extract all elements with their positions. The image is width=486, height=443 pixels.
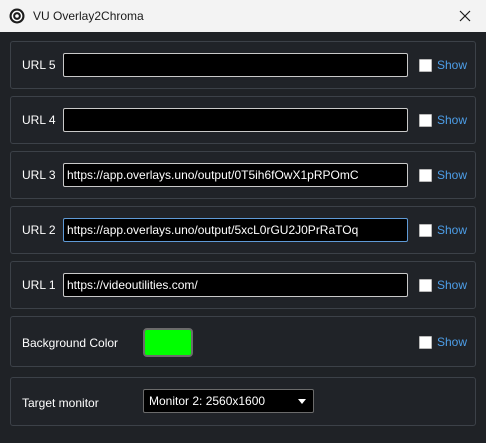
- url-4-show-label[interactable]: Show: [437, 113, 467, 127]
- close-icon: [459, 10, 471, 22]
- url-1-panel: URL 1 Show: [10, 261, 476, 309]
- url-5-show-checkbox[interactable]: [419, 58, 432, 72]
- url-3-show-toggle[interactable]: Show: [419, 168, 467, 182]
- app-logo-icon: [9, 8, 25, 24]
- url-1-show-label[interactable]: Show: [437, 278, 467, 292]
- url-1-show-toggle[interactable]: Show: [419, 278, 467, 292]
- url-3-panel: URL 3 Show: [10, 151, 476, 199]
- target-monitor-select[interactable]: Monitor 2: 2560x1600: [143, 389, 314, 413]
- url-2-show-label[interactable]: Show: [437, 223, 467, 237]
- url-4-input[interactable]: [63, 108, 408, 132]
- window-title: VU Overlay2Chroma: [33, 9, 144, 23]
- target-monitor-label: Target monitor: [22, 396, 99, 410]
- url-5-show-label[interactable]: Show: [437, 58, 467, 72]
- url-2-show-toggle[interactable]: Show: [419, 223, 467, 237]
- url-2-label: URL 2: [22, 223, 56, 237]
- url-3-show-label[interactable]: Show: [437, 168, 467, 182]
- url-5-input[interactable]: [63, 53, 408, 77]
- url-1-label: URL 1: [22, 278, 56, 292]
- url-4-show-toggle[interactable]: Show: [419, 113, 467, 127]
- url-5-panel: URL 5 Show: [10, 41, 476, 89]
- background-show-checkbox[interactable]: [419, 335, 432, 349]
- url-2-panel: URL 2 Show: [10, 206, 476, 254]
- background-show-label[interactable]: Show: [437, 335, 467, 349]
- url-2-show-checkbox[interactable]: [419, 223, 432, 237]
- background-color-panel: Background Color Show: [10, 316, 476, 367]
- url-3-label: URL 3: [22, 168, 56, 182]
- url-4-panel: URL 4 Show: [10, 96, 476, 144]
- url-1-input[interactable]: [63, 273, 408, 297]
- background-color-label: Background Color: [22, 336, 119, 350]
- url-3-show-checkbox[interactable]: [419, 168, 432, 182]
- title-bar: VU Overlay2Chroma: [0, 0, 486, 32]
- url-4-label: URL 4: [22, 113, 56, 127]
- url-3-input[interactable]: [63, 163, 408, 187]
- url-5-label: URL 5: [22, 58, 56, 72]
- url-2-input[interactable]: [63, 218, 408, 242]
- target-monitor-value: Monitor 2: 2560x1600: [149, 394, 266, 408]
- dropdown-arrow-icon: [298, 399, 306, 404]
- url-5-show-toggle[interactable]: Show: [419, 58, 467, 72]
- background-color-swatch[interactable]: [143, 328, 193, 357]
- url-1-show-checkbox[interactable]: [419, 278, 432, 292]
- target-monitor-panel: Target monitor Monitor 2: 2560x1600: [10, 377, 476, 426]
- background-show-toggle[interactable]: Show: [419, 335, 467, 349]
- url-4-show-checkbox[interactable]: [419, 113, 432, 127]
- close-button[interactable]: [444, 0, 486, 32]
